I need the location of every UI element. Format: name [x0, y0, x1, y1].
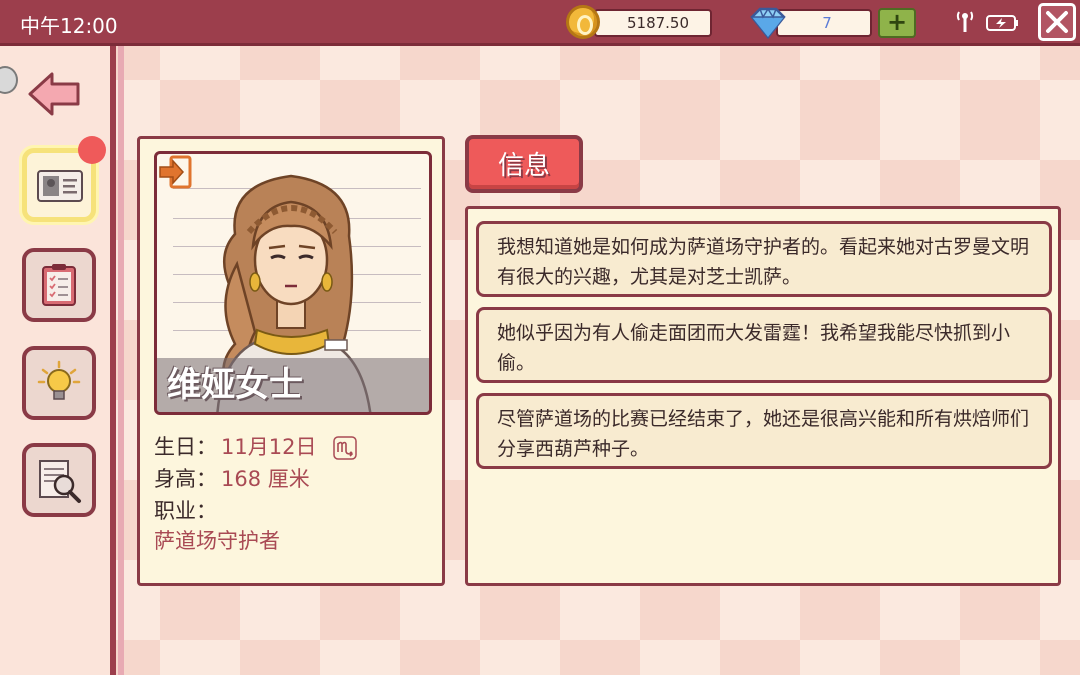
lightbulb-icon: [37, 360, 81, 400]
tab-info[interactable]: 信息: [465, 135, 583, 193]
birthday-value: 11月12日: [221, 435, 317, 459]
gem-counter: 7: [776, 9, 872, 37]
close-button[interactable]: [1038, 3, 1076, 41]
clipboard-icon: [42, 264, 76, 306]
character-portrait: 维娅女士: [154, 151, 432, 415]
signal-icon: [956, 11, 974, 32]
notification-dot: [78, 136, 106, 164]
exit-door-icon[interactable]: [157, 154, 193, 190]
battery-icon: [986, 15, 1018, 31]
note-item: 尽管萨道场的比赛已经结束了，她还是很高兴能和所有烘焙师们分享西葫芦种子。: [476, 393, 1052, 469]
scorpio-icon: [333, 436, 357, 460]
id-card-icon: [37, 170, 83, 202]
sidebar-item-idea[interactable]: [22, 346, 96, 420]
profile-card: 维娅女士 生日： 11月12日 身高： 168 厘米 职业： 萨道场守护者: [137, 136, 445, 586]
notes-panel: 我想知道她是如何成为萨道场守护者的。看起来她对古罗曼文明有很大的兴趣，尤其是对芝…: [465, 206, 1061, 586]
note-item: 我想知道她是如何成为萨道场守护者的。看起来她对古罗曼文明有很大的兴趣，尤其是对芝…: [476, 221, 1052, 297]
height-value: 168 厘米: [221, 467, 310, 491]
occupation-value: 萨道场守护者: [154, 529, 280, 553]
back-arrow-icon[interactable]: [26, 70, 82, 118]
birthday-label: 生日：: [154, 435, 217, 459]
diamond-icon: [750, 7, 786, 40]
occupation-label: 职业：: [154, 499, 217, 523]
close-icon: [1046, 11, 1068, 33]
height-row: 身高： 168 厘米: [154, 463, 310, 493]
clock: 中午12:00: [20, 14, 118, 38]
birthday-row: 生日： 11月12日: [154, 431, 357, 461]
height-label: 身高：: [154, 467, 217, 491]
sidebar-item-inspect[interactable]: [22, 443, 96, 517]
occupation-row: 职业：: [154, 495, 217, 525]
magnifier-note-icon: [39, 460, 81, 503]
sidebar-item-clipboard[interactable]: [22, 248, 96, 322]
tab-info-label: 信息: [497, 151, 550, 181]
buy-gems-button[interactable]: +: [878, 8, 916, 38]
coin-icon: [566, 5, 600, 39]
money-counter: 5187.50: [594, 9, 712, 37]
character-name: 维娅女士: [167, 365, 303, 405]
status-bar: 中午12:00 5187.50 7 +: [0, 0, 1080, 46]
note-item: 她似乎因为有人偷走面团而大发雷霆！我希望我能尽快抓到小偷。: [476, 307, 1052, 383]
